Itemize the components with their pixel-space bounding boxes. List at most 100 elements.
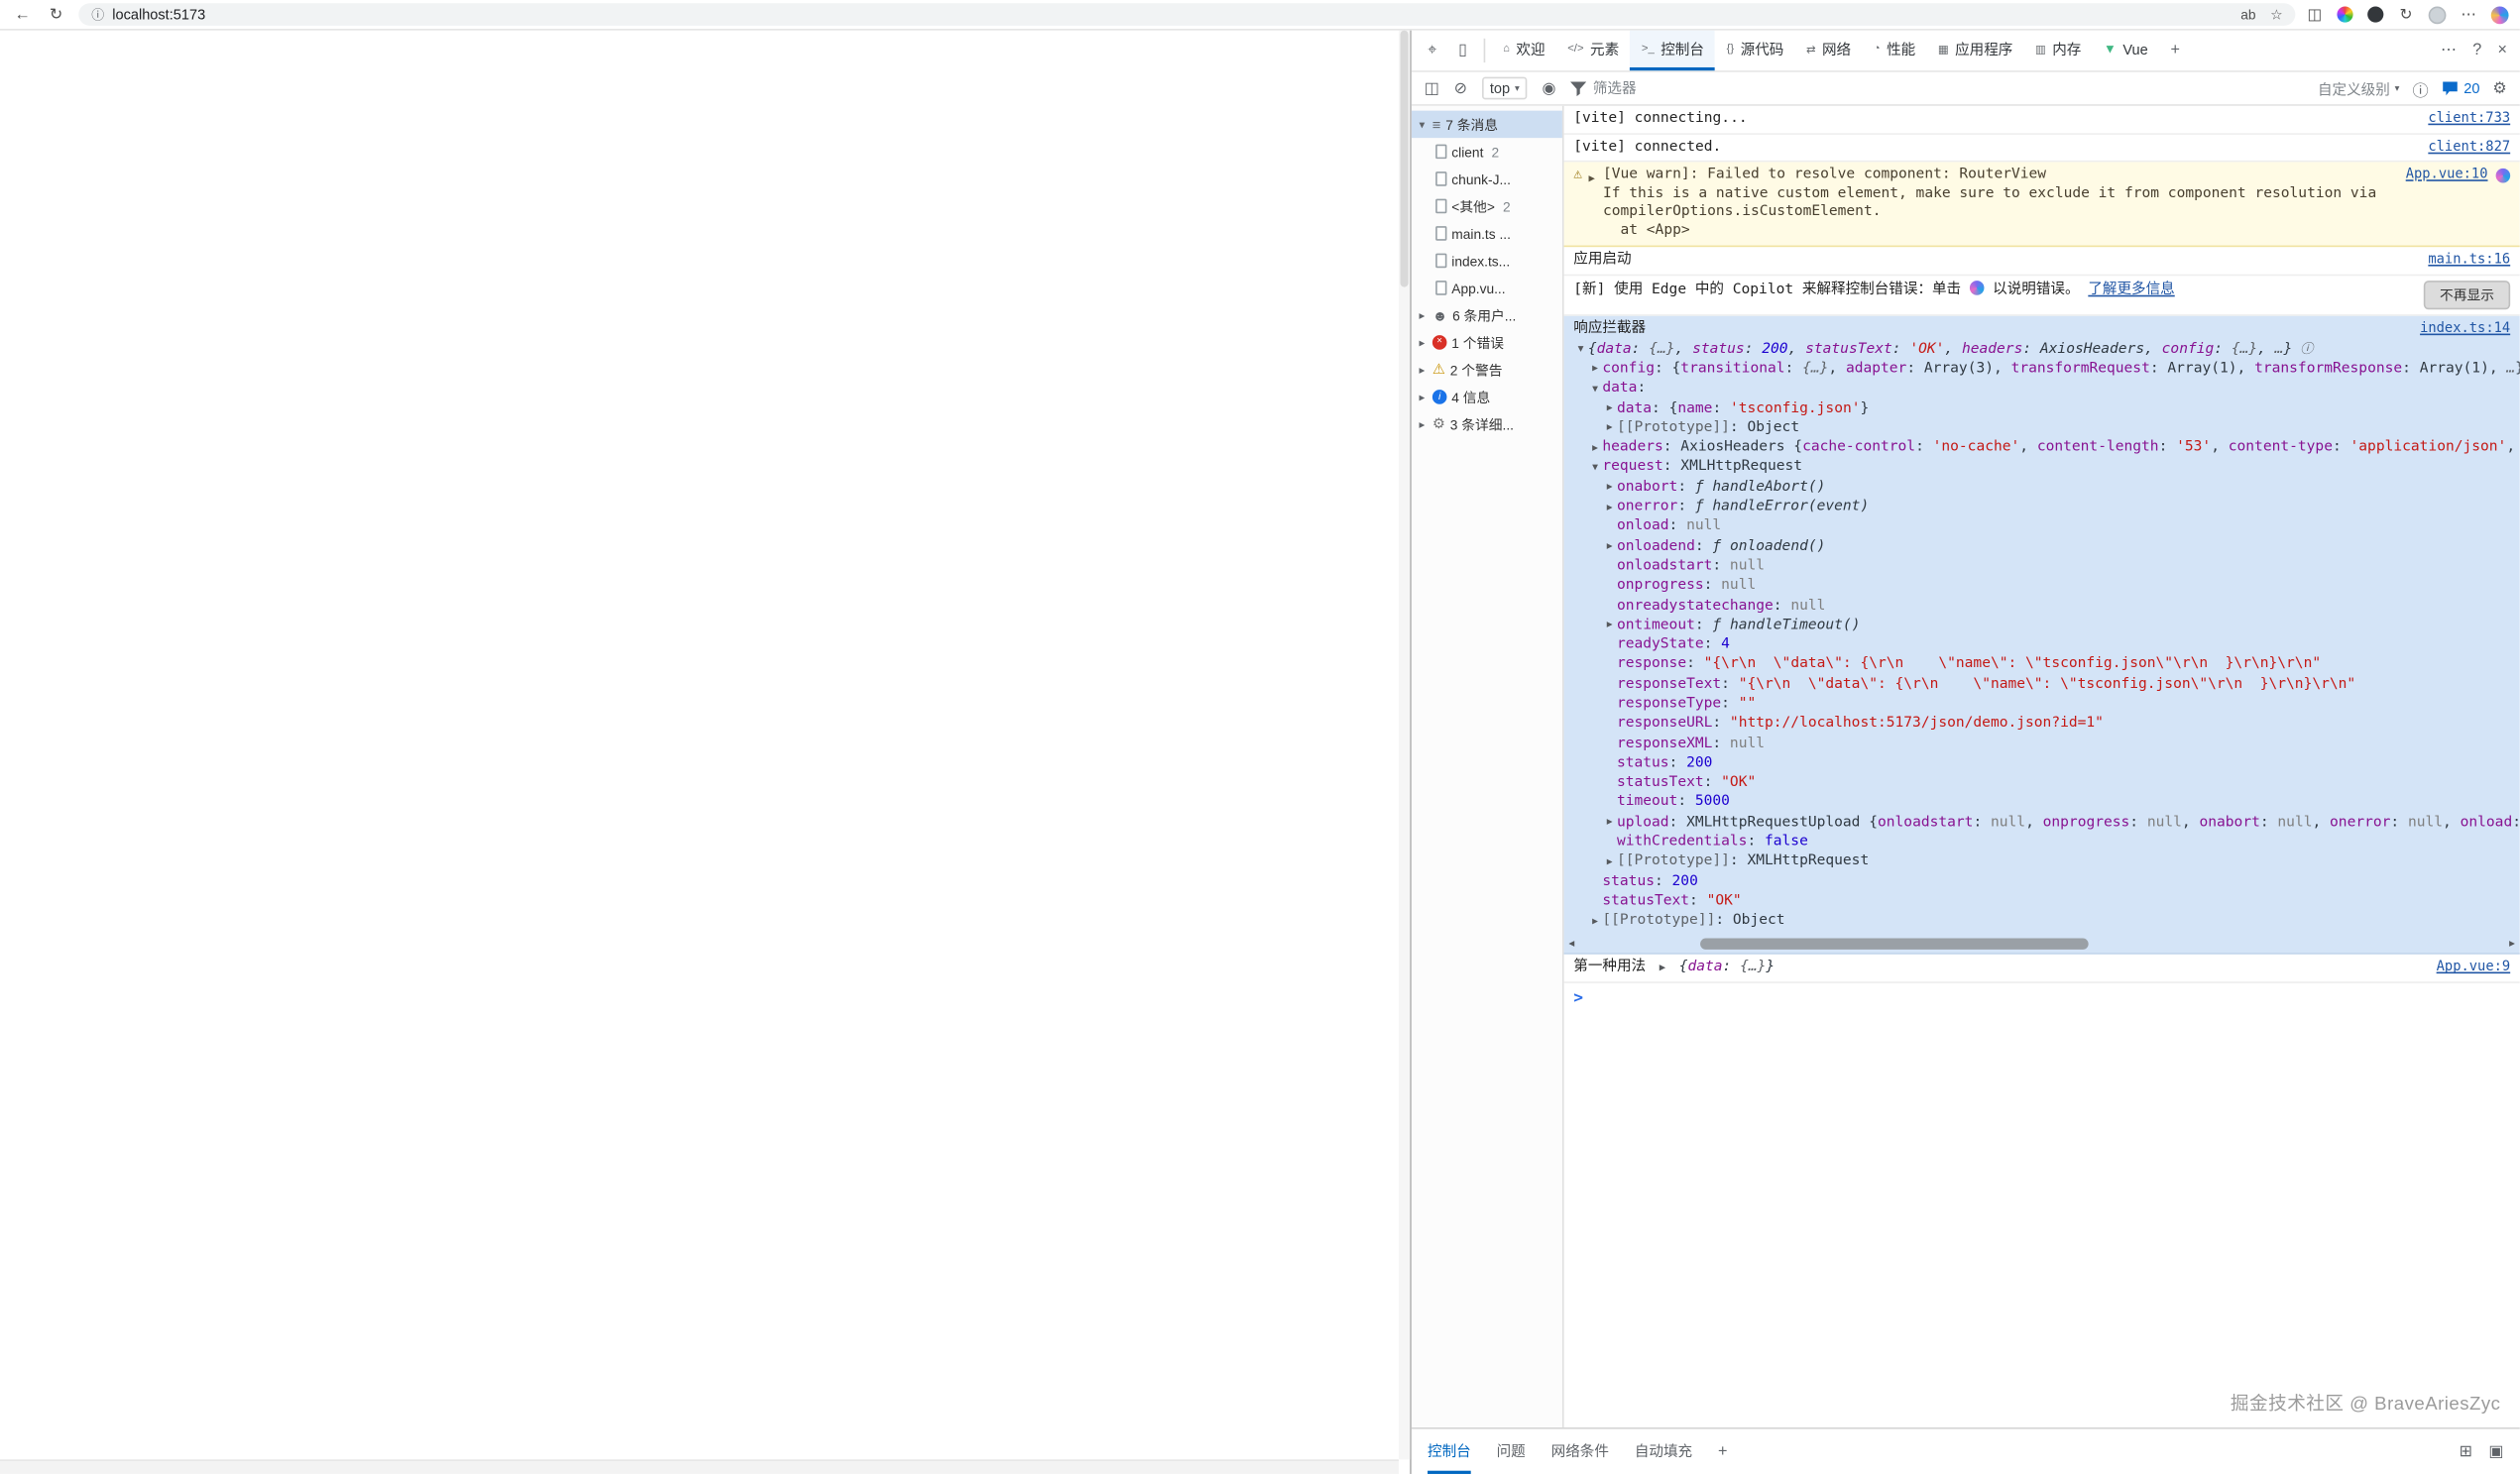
browser-menu-icon[interactable]: ⋯ — [2461, 6, 2476, 24]
devtools-help-icon[interactable]: ? — [2472, 42, 2481, 59]
log-levels-dropdown[interactable]: 自定义级别 ▾ — [2318, 77, 2400, 98]
tab-sources[interactable]: {} 源代码 — [1715, 31, 1794, 70]
tab-memory[interactable]: ▥ 内存 — [2024, 31, 2093, 70]
toggle-icon[interactable]: ▶ — [1602, 540, 1617, 551]
console-message[interactable]: 应用启动 main.ts:16 — [1563, 247, 2520, 276]
tab-performance[interactable]: ◔ 性能 — [1862, 31, 1926, 70]
tree-row[interactable]: onreadystatechange: null — [1564, 596, 2520, 616]
toggle-icon[interactable]: ▶ — [1602, 422, 1617, 433]
context-selector[interactable]: top ▾ — [1481, 76, 1528, 100]
dismiss-button[interactable]: 不再显示 — [2423, 280, 2511, 309]
sidebar-file-item[interactable]: main.ts ... — [1412, 220, 1562, 248]
tab-elements[interactable]: </> 元素 — [1556, 31, 1631, 70]
add-drawer-tab-icon[interactable]: + — [1718, 1442, 1727, 1460]
scroll-left-icon[interactable]: ◀ — [1568, 938, 1574, 949]
toggle-icon[interactable]: ▶ — [1602, 620, 1617, 630]
page-vertical-scrollbar[interactable] — [1398, 30, 1411, 1460]
translate-icon[interactable]: ab — [2240, 6, 2255, 22]
toggle-icon[interactable]: ▶ — [1602, 856, 1617, 867]
expand-toggle-icon[interactable]: ▶ — [1589, 170, 1595, 187]
more-tools-button[interactable]: + — [2161, 42, 2190, 59]
toggle-icon[interactable]: ▼ — [1588, 462, 1603, 473]
copilot-icon[interactable] — [2490, 5, 2509, 24]
source-link[interactable]: client:827 — [2412, 139, 2510, 156]
tree-row[interactable]: ▶ [[Prototype]]: Object — [1564, 911, 2520, 931]
tree-row[interactable]: status: 200 — [1564, 753, 2520, 773]
scrollbar-thumb[interactable] — [1400, 30, 1409, 287]
tree-row[interactable]: status: 200 — [1564, 871, 2520, 891]
site-info-icon[interactable]: ⓘ — [91, 6, 104, 24]
tree-row[interactable]: ▶ [[Prototype]]: XMLHttpRequest — [1564, 852, 2520, 872]
tree-row[interactable]: statusText: "OK" — [1564, 891, 2520, 911]
sidebar-file-item[interactable]: App.vu... — [1412, 275, 1562, 302]
sidebar-filter-user-messages[interactable]: ▸ ☻ 6 条用户... — [1412, 301, 1562, 329]
tree-row[interactable]: ▶ onloadend: ƒ onloadend() — [1564, 536, 2520, 556]
page-horizontal-scrollbar[interactable] — [0, 1459, 1399, 1474]
sidebar-file-item[interactable]: client 2 — [1412, 138, 1562, 166]
quickview-tab-3[interactable]: 自动填充 — [1635, 1429, 1692, 1474]
tree-row[interactable]: ▶ config: {transitional: {…}, adapter: Ar… — [1564, 359, 2520, 379]
tree-row[interactable]: responseText: "{\r\n \"data\": {\r\n \"n… — [1564, 674, 2520, 694]
source-link[interactable]: App.vue:10 — [2406, 167, 2488, 183]
tab-application[interactable]: ▦ 应用程序 — [1927, 31, 2024, 70]
sidebar-filter-all-messages[interactable]: ▾ ≡ 7 条消息 — [1411, 110, 1562, 139]
issues-counter[interactable]: 20 — [2442, 80, 2479, 96]
toggle-icon[interactable]: ▶ — [1602, 502, 1617, 512]
toggle-icon[interactable]: ▼ — [1588, 383, 1603, 394]
source-link[interactable]: App.vue:9 — [2420, 960, 2511, 976]
tab-welcome[interactable]: ⌂ 欢迎 — [1492, 31, 1556, 70]
sidebar-filter-errors[interactable]: ▸ × 1 个错误 — [1412, 329, 1562, 357]
selected-console-message[interactable]: 响应拦截器 index.ts:14 ▼{data: {…}, status: 2… — [1563, 314, 2520, 956]
sidebar-file-item[interactable]: index.ts... — [1412, 247, 1562, 275]
toggle-icon[interactable]: ▶ — [1602, 817, 1617, 828]
address-bar[interactable]: ⓘ localhost:5173 ab ☆ — [78, 3, 2296, 26]
source-link[interactable]: index.ts:14 — [2404, 320, 2510, 338]
avatar[interactable] — [2428, 5, 2447, 24]
sidebar-file-item[interactable]: <其他> 2 — [1412, 192, 1562, 220]
tree-row[interactable]: withCredentials: false — [1564, 833, 2520, 852]
quickview-tab-2[interactable]: 网络条件 — [1551, 1429, 1609, 1474]
tree-row[interactable]: response: "{\r\n \"data\": {\r\n \"name\… — [1564, 655, 2520, 675]
back-button[interactable]: ← — [11, 6, 34, 24]
console-message[interactable]: [vite] connecting... client:733 — [1563, 106, 2520, 135]
clear-console-icon[interactable]: ⊘ — [1454, 79, 1468, 97]
filter-input[interactable] — [1592, 79, 1770, 97]
chevron-down-icon[interactable]: ▾ — [1417, 118, 1428, 131]
console-message[interactable]: 第一种用法 ▶ {data: {…}} App.vue:9 — [1563, 955, 2520, 983]
learn-more-link[interactable]: 了解更多信息 — [2088, 282, 2174, 297]
tree-row[interactable]: readyState: 4 — [1564, 635, 2520, 655]
toggle-icon[interactable]: ▶ — [1588, 442, 1603, 453]
refresh-button[interactable]: ↻ — [45, 6, 67, 24]
copilot-explain-icon[interactable] — [2495, 168, 2511, 183]
settings-gear-icon[interactable]: ⚙ — [2492, 79, 2507, 97]
console-sidebar-toggle-icon[interactable]: ◫ — [1425, 79, 1439, 97]
devtools-menu-icon[interactable]: ⋯ — [2441, 42, 2457, 59]
toggle-icon[interactable]: ▶ — [1588, 915, 1603, 926]
console-warning[interactable]: ⚠ ▶ [Vue warn]: Failed to resolve compon… — [1563, 162, 2520, 248]
tree-row[interactable]: ▶ data: {name: 'tsconfig.json'} — [1564, 398, 2520, 418]
toggle-icon[interactable]: ▶ — [1602, 402, 1617, 413]
tree-row[interactable]: onloadstart: null — [1564, 556, 2520, 576]
extension-dark-icon[interactable] — [2367, 6, 2384, 23]
tree-row[interactable]: ▶ [[Prototype]]: Object — [1564, 418, 2520, 438]
expand-toggle-icon[interactable]: ▶ — [1660, 962, 1665, 974]
scroll-right-icon[interactable]: ▶ — [2509, 938, 2515, 949]
extension-color-icon[interactable] — [2337, 6, 2353, 23]
console-message[interactable]: [vite] connected. client:827 — [1563, 134, 2520, 163]
toggle-icon[interactable]: ▶ — [1602, 482, 1617, 493]
tree-row[interactable]: responseType: "" — [1564, 694, 2520, 714]
sidebar-filter-warnings[interactable]: ▸ ⚠ 2 个警告 — [1412, 356, 1562, 384]
tree-row[interactable]: ▼ request: XMLHttpRequest — [1564, 458, 2520, 478]
source-link[interactable]: main.ts:16 — [2412, 252, 2510, 269]
history-icon[interactable]: ↻ — [2398, 6, 2414, 24]
tree-row[interactable]: ▼{data: {…}, status: 200, statusText: 'O… — [1564, 339, 2520, 359]
tab-vue[interactable]: ▼ Vue — [2093, 31, 2159, 70]
sidebar-file-item[interactable]: chunk-J... — [1412, 166, 1562, 193]
console-prompt[interactable]: > — [1564, 983, 2520, 1015]
tree-row[interactable]: ▶ upload: XMLHttpRequestUpload {onloadsta… — [1564, 813, 2520, 833]
expand-drawer-icon[interactable]: ▣ — [2488, 1442, 2503, 1460]
live-expression-eye-icon[interactable]: ◉ — [1543, 79, 1556, 97]
console-horizontal-scrollbar[interactable]: ◀ ▶ — [1564, 934, 2520, 953]
tree-row[interactable]: ▶ ontimeout: ƒ handleTimeout() — [1564, 616, 2520, 635]
tab-network[interactable]: ⇄ 网络 — [1795, 31, 1863, 70]
